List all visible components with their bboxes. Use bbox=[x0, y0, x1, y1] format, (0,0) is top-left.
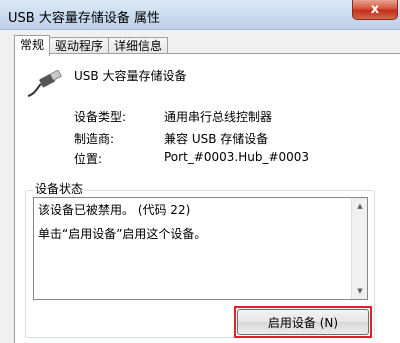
device-status-textbox[interactable]: 该设备已被禁用。 (代码 22) 单击“启用设备”启用这个设备。 ▲ ▼ bbox=[33, 197, 368, 300]
tab-general[interactable]: 常规 bbox=[14, 35, 51, 56]
location-value: Port_#0003.Hub_#0003 bbox=[164, 150, 310, 164]
manufacturer-value: 兼容 USB 存储设备 bbox=[164, 132, 269, 146]
scroll-down-icon[interactable]: ▼ bbox=[352, 283, 368, 299]
status-scrollbar[interactable]: ▲ ▼ bbox=[351, 198, 367, 299]
device-name: USB 大容量存储设备 bbox=[74, 69, 187, 83]
close-button[interactable]: x bbox=[352, 0, 398, 20]
location-label: 位置: bbox=[74, 152, 103, 166]
status-line: 单击“启用设备”启用这个设备。 bbox=[38, 227, 207, 241]
usb-plug-icon bbox=[27, 70, 62, 97]
device-status-title: 设备状态 bbox=[33, 180, 86, 197]
window-title: USB 大容量存储设备 属性 bbox=[8, 11, 160, 26]
general-panel: USB 大容量存储设备 设备类型: 通用串行总线控制器 制造商: 兼容 USB … bbox=[14, 53, 400, 343]
device-type-label: 设备类型: bbox=[74, 110, 127, 124]
scroll-up-icon[interactable]: ▲ bbox=[352, 198, 368, 214]
tab-strip: 常规 驱动程序 详细信息 bbox=[14, 35, 169, 56]
close-icon: x bbox=[370, 2, 380, 17]
status-line: 该设备已被禁用。 (代码 22) bbox=[38, 203, 191, 217]
device-type-value: 通用串行总线控制器 bbox=[164, 110, 273, 124]
enable-device-button[interactable]: 启用设备 (N) bbox=[237, 309, 369, 335]
manufacturer-label: 制造商: bbox=[74, 132, 115, 146]
title-bar: USB 大容量存储设备 属性 x bbox=[0, 0, 400, 30]
